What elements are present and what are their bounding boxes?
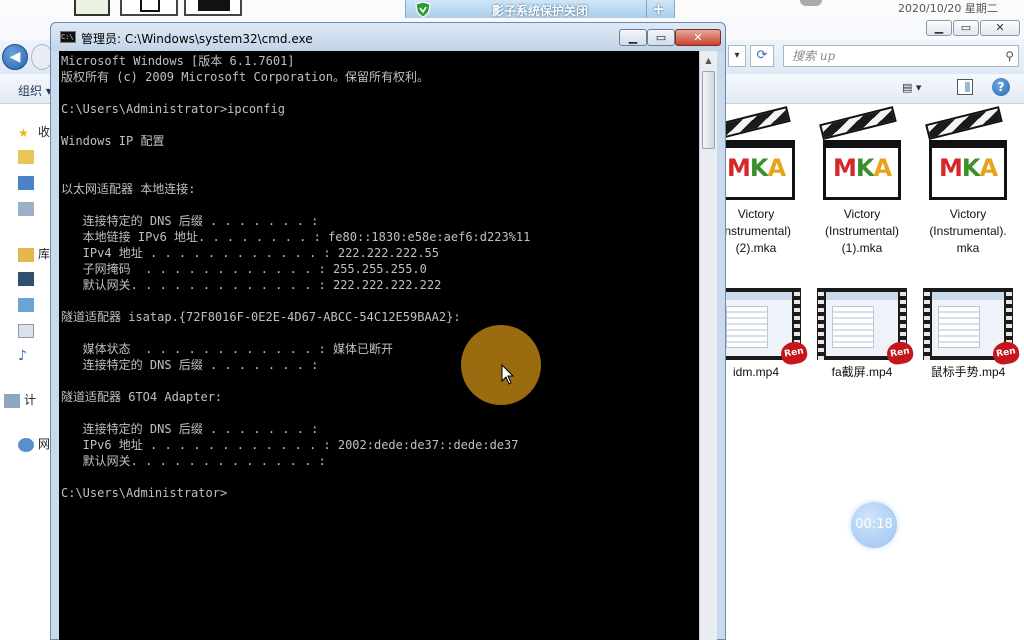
refresh-button[interactable]: ⟳ [750, 45, 774, 67]
file-name: fa截屏.mp4 [831, 365, 893, 379]
file-item[interactable]: MKA Victory (Instrumental). mka [916, 106, 1020, 257]
vertical-scrollbar[interactable]: ▲ [699, 51, 717, 640]
top-strip: 影子系统保护关闭 + 2020/10/20 星期二 [0, 0, 1024, 20]
video-file-icon: Ren [923, 288, 1021, 367]
console-output: Microsoft Windows [版本 6.1.7601] 版权所有 (c)… [61, 54, 531, 500]
back-button[interactable]: ◀ [2, 44, 28, 70]
nav-item-favorites[interactable]: ★ 收 [18, 123, 50, 141]
nav-item-pictures[interactable] [18, 297, 38, 315]
mka-file-icon: MKA [819, 106, 905, 206]
close-button[interactable]: ✕ [980, 20, 1020, 36]
file-item[interactable]: Ren 鼠标手势.mp4 [916, 288, 1021, 381]
taskbar-app-icon[interactable] [184, 0, 242, 16]
nav-item-videos[interactable] [18, 271, 38, 289]
network-icon [18, 437, 34, 452]
film-icon [18, 271, 34, 286]
nav-item-music[interactable]: ♪ [18, 347, 38, 365]
nav-item-folder[interactable] [18, 149, 38, 167]
nav-item-libraries[interactable]: 库 [18, 245, 50, 263]
taskbar-app-icon[interactable] [120, 0, 178, 16]
nav-item-recent[interactable] [18, 201, 38, 219]
view-options-icon[interactable]: ▤ ▾ [902, 81, 938, 97]
file-item[interactable]: MKA Victory (Instrumental) (1).mka [810, 106, 914, 257]
minimize-button[interactable]: ▁ [619, 29, 647, 46]
document-icon [18, 323, 34, 338]
search-icon[interactable]: ⚲ [1005, 46, 1014, 66]
file-name: Victory (Instrumental). mka [929, 207, 1007, 255]
picture-icon [18, 297, 34, 312]
taskbar-app-icon[interactable] [74, 0, 110, 16]
music-note-icon: ♪ [18, 347, 27, 364]
nav-item-documents[interactable] [18, 323, 38, 341]
console-icon: C:\ [60, 31, 76, 43]
minimize-button[interactable]: ▁ [926, 20, 952, 36]
recent-icon [18, 201, 34, 216]
file-name: 鼠标手势.mp4 [930, 365, 1006, 379]
file-name: Victory (Instrumental) (1).mka [824, 207, 900, 255]
search-placeholder: 搜索 up [792, 49, 836, 63]
maximize-button[interactable]: ▭ [953, 20, 979, 36]
nav-item-network[interactable]: 网 [18, 435, 50, 453]
library-icon [18, 247, 34, 262]
cmd-window-title: 管理员: C:\Windows\system32\cmd.exe [81, 32, 313, 46]
mka-file-icon: MKA [925, 106, 1011, 206]
cmd-window[interactable]: C:\ 管理员: C:\Windows\system32\cmd.exe ▁ ▭ ✕… [50, 22, 726, 640]
console-screen[interactable]: Microsoft Windows [版本 6.1.7601] 版权所有 (c)… [59, 51, 699, 640]
maximize-button[interactable]: ▭ [647, 29, 675, 46]
cmd-window-controls: ▁ ▭ ✕ [619, 29, 721, 47]
mouse-cursor-icon [501, 364, 515, 385]
file-item[interactable]: Ren fa截屏.mp4 [810, 288, 915, 381]
explorer-window-controls: ▁ ▭ ✕ [925, 20, 1020, 38]
preview-pane-icon[interactable] [957, 79, 973, 95]
folder-icon [18, 149, 34, 164]
nav-item-computer[interactable]: 计 [4, 391, 36, 409]
shield-icon [415, 1, 431, 18]
search-input[interactable]: 搜索 up ⚲ [783, 45, 1019, 67]
desktop-icon [18, 175, 34, 190]
cmd-titlebar[interactable]: C:\ 管理员: C:\Windows\system32\cmd.exe ▁ ▭ ✕ [51, 23, 725, 51]
scrollbar-thumb[interactable] [702, 71, 715, 149]
video-file-icon: Ren [817, 288, 915, 367]
organize-menu[interactable]: 组织 ▾ [18, 82, 52, 99]
navigation-pane: ★ 收 库 ♪ 计 网 [0, 105, 52, 640]
close-button[interactable]: ✕ [675, 29, 721, 46]
clock-datetime: 2020/10/20 星期二 [898, 2, 998, 15]
shadow-system-bar[interactable]: 影子系统保护关闭 + [405, 0, 675, 20]
star-icon: ★ [18, 125, 29, 140]
scroll-up-icon[interactable]: ▲ [701, 53, 716, 69]
expand-icon[interactable]: + [646, 0, 670, 19]
nav-item-desktop[interactable] [18, 175, 38, 193]
computer-icon [4, 393, 20, 408]
recording-timer: 00:18 [851, 502, 897, 548]
address-dropdown-icon[interactable]: ▾ [728, 45, 746, 67]
help-icon[interactable]: ? [992, 78, 1010, 96]
shadow-system-status: 影子系统保护关闭 [492, 4, 589, 18]
user-icon [800, 0, 822, 6]
